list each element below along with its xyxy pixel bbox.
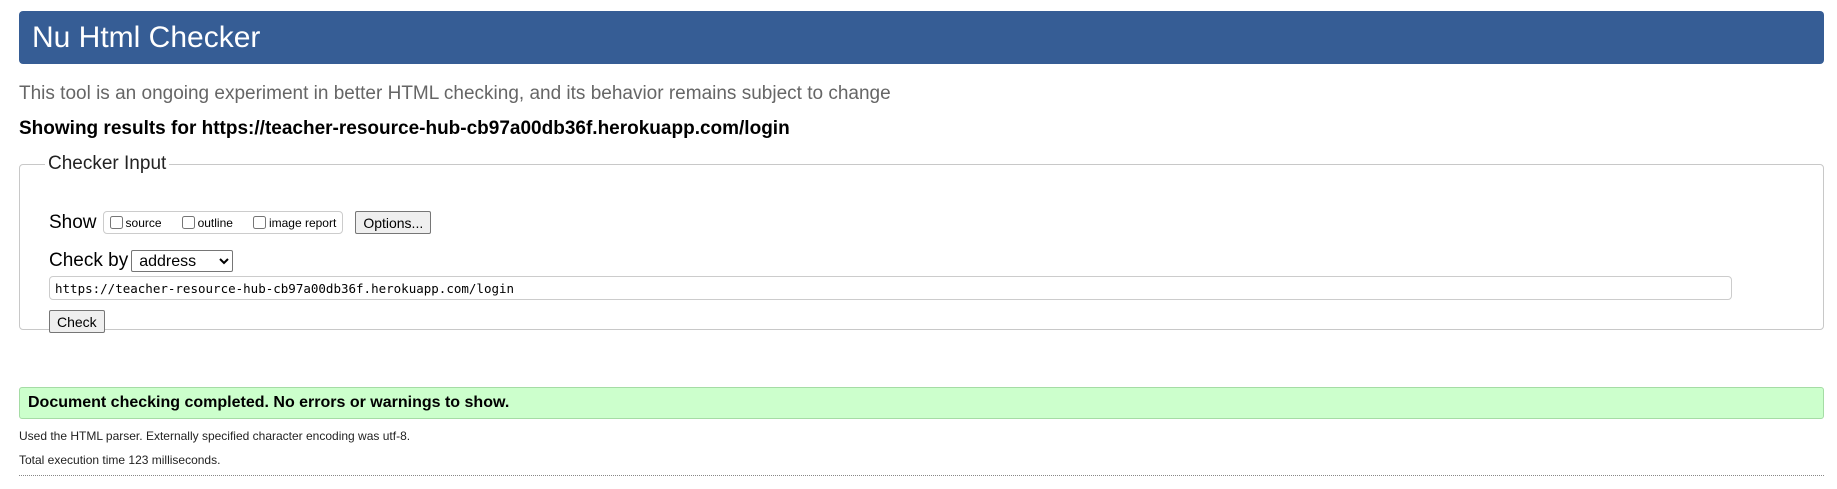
bottom-divider — [19, 475, 1824, 476]
checker-input-fieldset: Checker Input Show source outline image … — [19, 153, 1824, 333]
success-status-box: Document checking completed. No errors o… — [19, 387, 1824, 419]
execution-time-note: Total execution time 123 milliseconds. — [19, 453, 221, 467]
check-by-label: Check by — [49, 250, 129, 271]
title-bar: Nu Html Checker — [19, 11, 1824, 64]
url-input[interactable] — [49, 276, 1732, 300]
show-image-report-label: image report — [268, 215, 337, 230]
intro-text: This tool is an ongoing experiment in be… — [19, 83, 891, 104]
show-source-option[interactable]: source — [108, 216, 162, 230]
show-outline-option[interactable]: outline — [180, 216, 233, 230]
show-outline-label: outline — [197, 215, 233, 230]
show-source-label: source — [125, 215, 162, 230]
show-image-report-option[interactable]: image report — [251, 216, 336, 230]
success-message: Document checking completed. No errors o… — [28, 394, 510, 411]
show-source-checkbox[interactable] — [109, 216, 123, 229]
show-row: Show source outline image report Options… — [49, 211, 432, 234]
show-image-report-checkbox[interactable] — [252, 216, 266, 229]
options-button[interactable]: Options... — [355, 211, 432, 234]
results-heading: Showing results for https://teacher-reso… — [19, 118, 790, 139]
nu-html-checker-page: Nu Html Checker This tool is an ongoing … — [0, 0, 1837, 489]
page-title: Nu Html Checker — [32, 20, 261, 54]
show-label: Show — [49, 211, 97, 233]
show-outline-checkbox[interactable] — [181, 216, 195, 229]
check-button[interactable]: Check — [49, 310, 105, 333]
show-options-group: source outline image report — [102, 211, 344, 234]
check-by-select[interactable]: address — [131, 250, 234, 272]
checker-input-legend: Checker Input — [48, 153, 167, 174]
parser-note: Used the HTML parser. Externally specifi… — [19, 429, 411, 443]
check-by-row: Check by address — [49, 250, 234, 272]
